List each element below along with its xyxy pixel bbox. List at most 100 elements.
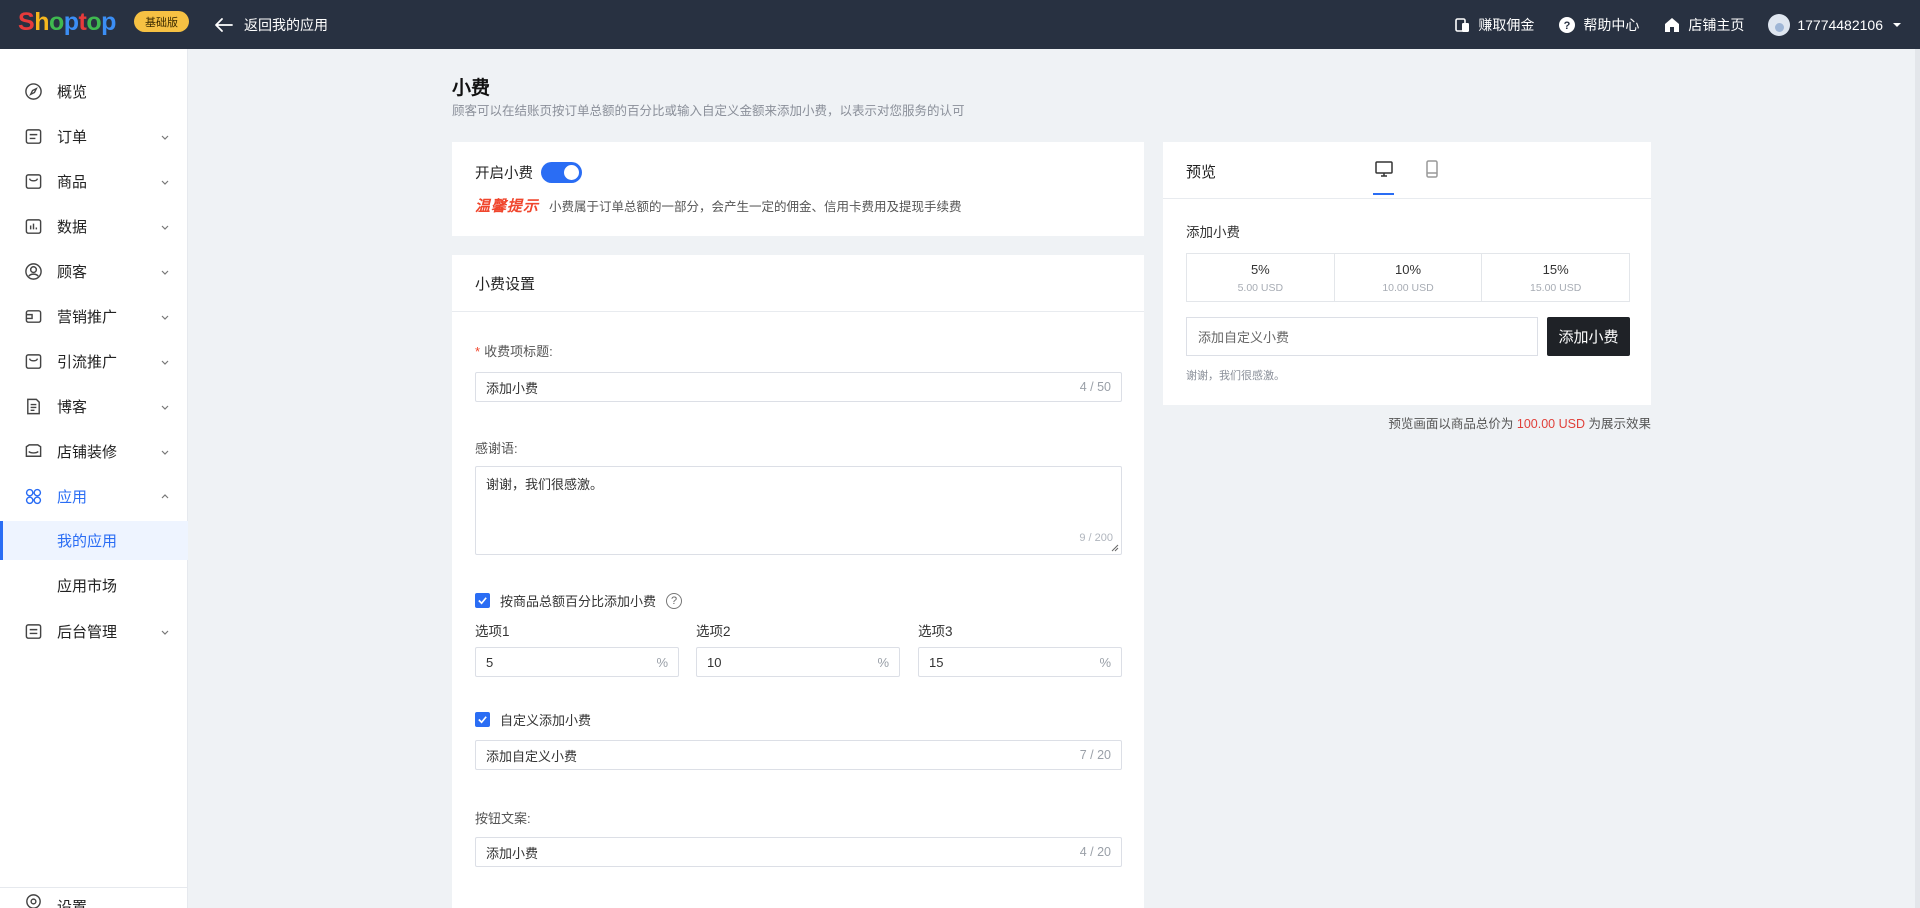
thanks-textarea[interactable]: 谢谢，我们很感激。 9 / 200 — [475, 466, 1122, 555]
sidebar-item-overview[interactable]: 概览 — [0, 69, 188, 114]
sidebar-item-blog[interactable]: 博客 — [0, 384, 188, 429]
traffic-icon — [25, 354, 42, 369]
chevron-down-icon — [161, 270, 169, 275]
user-icon — [25, 263, 42, 280]
percent-tip-checkbox-row: 按商品总额百分比添加小费 ? — [475, 591, 683, 610]
account-phone: 17774482106 — [1797, 16, 1883, 33]
custom-tip-label: 自定义添加小费 — [500, 713, 592, 728]
custom-tip-counter: 7 / 20 — [1079, 748, 1111, 762]
option3-label: 选项3 — [918, 624, 953, 639]
preview-percent-value: 10% — [1394, 261, 1422, 277]
sidebar-item-label: 顾客 — [57, 264, 88, 281]
sidebar-item-label: 数据 — [57, 219, 88, 236]
sidebar-item-label: 概览 — [57, 84, 88, 101]
caret-down-icon — [1893, 22, 1901, 27]
sidebar-item-settings[interactable]: 设置 — [0, 886, 188, 908]
button-text-value: 添加小费 — [486, 845, 539, 861]
tip-settings-title: 小费设置 — [475, 276, 536, 293]
mobile-preview-tab[interactable] — [1421, 158, 1443, 180]
chevron-down-icon — [161, 135, 169, 140]
active-tab-indicator — [1373, 193, 1394, 195]
sidebar-subitem-my-apps[interactable]: 我的应用 — [0, 521, 188, 560]
chevron-down-icon — [161, 225, 169, 230]
store-home-label: 店铺主页 — [1688, 16, 1745, 33]
button-text-counter: 4 / 20 — [1079, 845, 1111, 859]
chevron-up-icon — [161, 493, 169, 498]
enable-tip-card: 开启小费 温馨提示 小费属于订单总额的一部分，会产生一定的佣金、信用卡费用及提现… — [452, 142, 1144, 236]
mobile-icon — [1426, 160, 1438, 178]
preview-percent-option[interactable]: 15% 15.00 USD — [1482, 254, 1629, 301]
sidebar-item-store-design[interactable]: 店铺装修 — [0, 429, 188, 474]
preview-custom-tip-input[interactable]: 添加自定义小费 — [1186, 317, 1538, 356]
custom-tip-checkbox[interactable] — [475, 712, 490, 727]
sidebar-item-products[interactable]: 商品 — [0, 159, 188, 204]
top-bar: Shoptop 基础版 返回我的应用 赚取佣金 ? 帮助中心 店铺主页 1777… — [0, 0, 1920, 49]
sidebar-item-label: 后台管理 — [57, 624, 118, 641]
help-center-link[interactable]: ? 帮助中心 — [1558, 15, 1639, 35]
help-circle-icon: ? — [1559, 16, 1576, 33]
store-home-link[interactable]: 店铺主页 — [1663, 15, 1744, 35]
enable-tip-switch[interactable] — [541, 162, 582, 183]
preview-custom-tip-placeholder: 添加自定义小费 — [1198, 330, 1290, 345]
sidebar-item-traffic[interactable]: 引流推广 — [0, 339, 188, 384]
page-scrollbar[interactable] — [1915, 49, 1920, 908]
fee-title-counter: 4 / 50 — [1079, 380, 1111, 394]
option2-value: 10 — [707, 654, 722, 670]
sidebar-item-orders[interactable]: 订单 — [0, 114, 188, 159]
option1-label: 选项1 — [475, 624, 510, 639]
sidebar-item-label: 订单 — [57, 129, 88, 146]
desktop-preview-tab[interactable] — [1373, 158, 1395, 180]
arrow-left-icon — [215, 17, 233, 32]
option2-input[interactable]: 10 % — [696, 647, 900, 677]
sidebar-footer: 设置 — [0, 887, 188, 908]
sidebar-item-customers[interactable]: 顾客 — [0, 249, 188, 294]
preview-percent-option[interactable]: 5% 5.00 USD — [1187, 254, 1335, 301]
sidebar-item-marketing[interactable]: 营销推广 — [0, 294, 188, 339]
preview-add-tip-button[interactable]: 添加小费 — [1547, 317, 1630, 356]
help-icon[interactable]: ? — [666, 592, 683, 609]
custom-tip-input[interactable]: 添加自定义小费 7 / 20 — [475, 740, 1122, 770]
sidebar-item-data[interactable]: 数据 — [0, 204, 188, 249]
sidebar-item-label: 商品 — [57, 174, 88, 191]
apps-icon — [25, 488, 42, 505]
bag-icon — [25, 174, 42, 189]
preview-percent-option[interactable]: 10% 10.00 USD — [1335, 254, 1483, 301]
sidebar-subitem-app-market[interactable]: 应用市场 — [0, 566, 188, 605]
option1-value: 5 — [486, 654, 494, 670]
percent-suffix: % — [877, 654, 889, 670]
option3-input[interactable]: 15 % — [918, 647, 1122, 677]
house-icon — [1665, 17, 1680, 32]
resize-grip-icon[interactable] — [1110, 543, 1119, 552]
preview-percent-options: 5% 5.00 USD 10% 10.00 USD 15% 15.00 USD — [1186, 253, 1630, 302]
thanks-value: 谢谢，我们很感激。 — [486, 477, 604, 492]
desktop-icon — [1375, 161, 1393, 177]
megaphone-icon — [25, 310, 42, 323]
percent-tip-label: 按商品总额百分比添加小费 — [500, 594, 657, 609]
sidebar-item-label: 店铺装修 — [57, 444, 118, 461]
account-menu[interactable]: 17774482106 — [1768, 13, 1902, 36]
chevron-down-icon — [161, 315, 169, 320]
option1-input[interactable]: 5 % — [475, 647, 679, 677]
help-center-label: 帮助中心 — [1583, 16, 1640, 33]
chart-icon — [25, 219, 42, 234]
fee-title-value: 添加小费 — [486, 380, 539, 396]
sidebar: 概览 订单 商品 数据 顾客 营销推广 引流推广 博客 店铺装修 应用 我的应用… — [0, 49, 188, 908]
warm-tip-label: 温馨提示 — [475, 197, 540, 215]
option2-label: 选项2 — [696, 624, 731, 639]
custom-tip-value: 添加自定义小费 — [486, 748, 578, 764]
back-to-my-apps-link[interactable]: 返回我的应用 — [214, 0, 328, 49]
preview-title: 预览 — [1186, 164, 1217, 181]
earn-commission-link[interactable]: 赚取佣金 — [1453, 15, 1534, 35]
svg-text:?: ? — [1564, 20, 1571, 32]
shoptop-logo[interactable]: Shoptop — [18, 8, 116, 37]
sidebar-item-apps[interactable]: 应用 — [0, 474, 188, 519]
page-description: 顾客可以在结账页按订单总额的百分比或输入自定义金额来添加小费，以表示对您服务的认… — [452, 104, 965, 118]
preview-percent-amount: 5.00 USD — [1237, 281, 1284, 294]
preview-percent-value: 5% — [1250, 261, 1270, 277]
button-text-input[interactable]: 添加小费 4 / 20 — [475, 837, 1122, 867]
fee-title-input[interactable]: 添加小费 4 / 50 — [475, 372, 1122, 402]
preview-note: 预览画面以商品总价为 100.00 USD 为展示效果 — [1388, 417, 1651, 431]
percent-tip-checkbox[interactable] — [475, 593, 490, 608]
preview-card: 预览 添加小费 5% 5.00 USD 10% 10.00 USD 15% 15… — [1163, 142, 1651, 405]
sidebar-item-admin[interactable]: 后台管理 — [0, 609, 188, 654]
